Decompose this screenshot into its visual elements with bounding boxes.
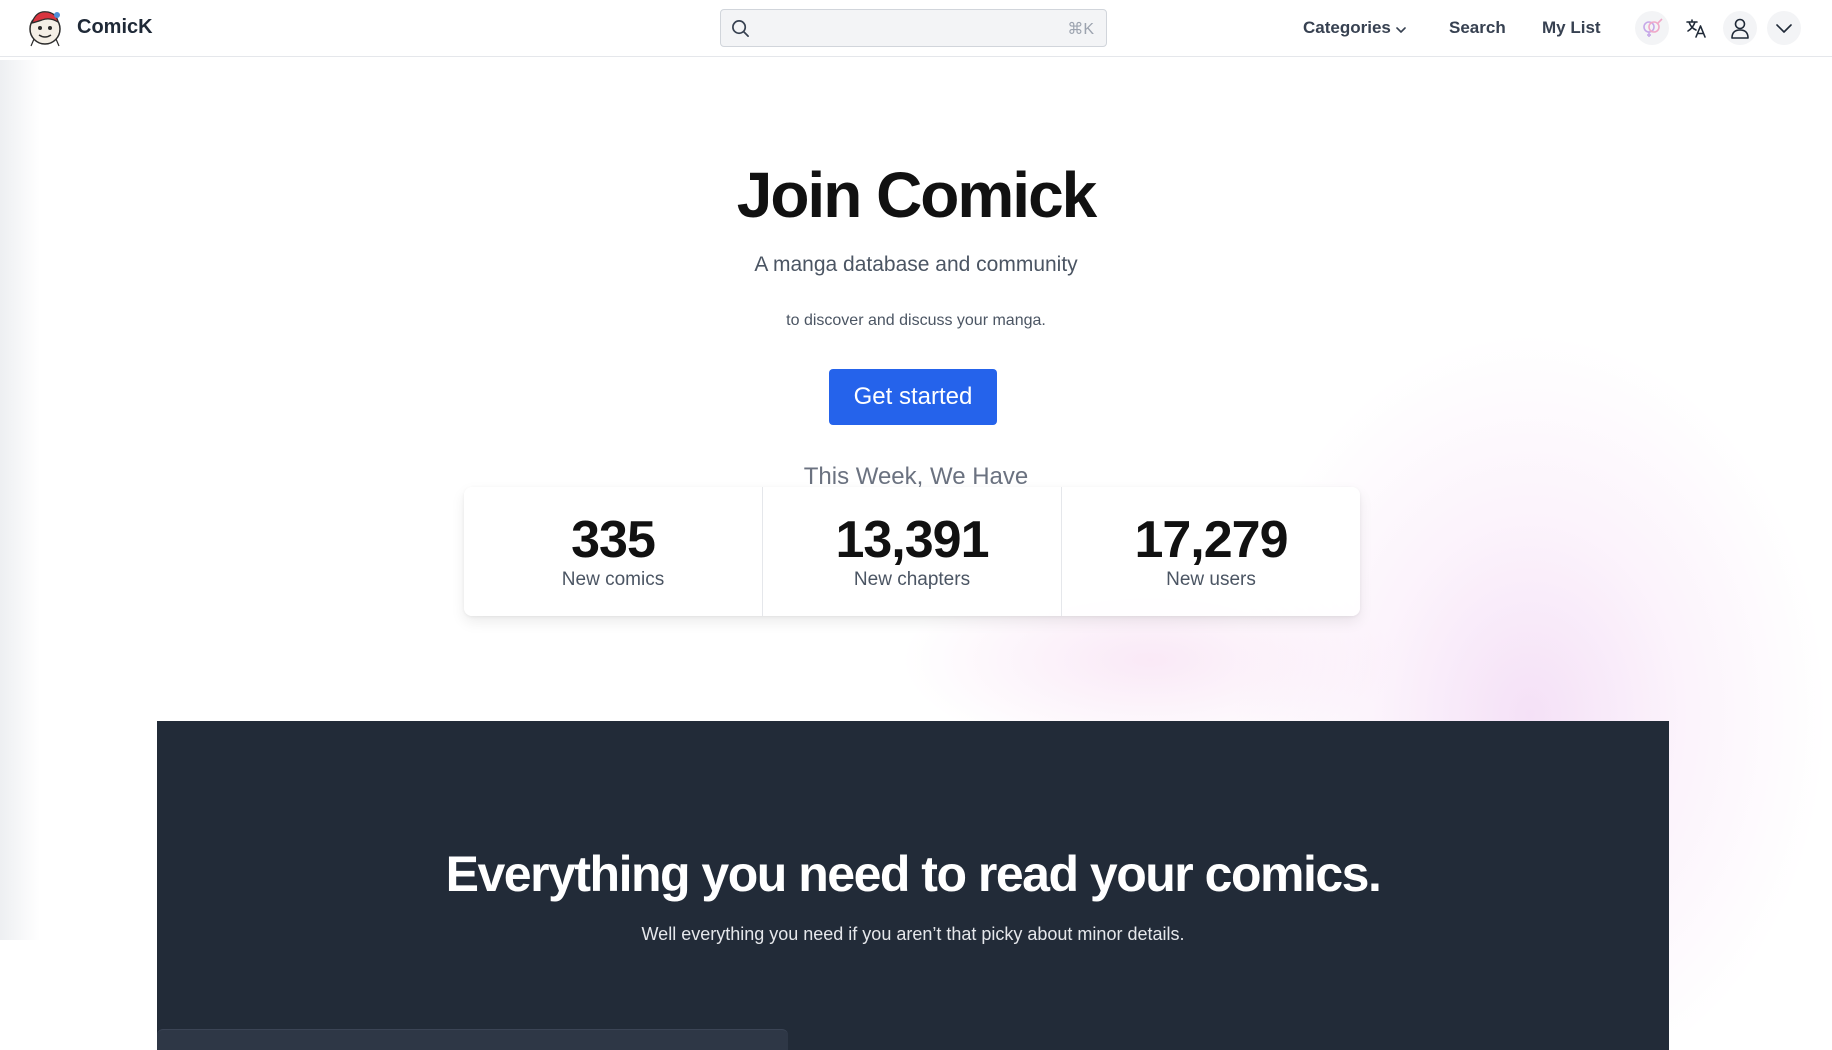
nav-my-list-link[interactable]: My List — [1542, 18, 1601, 38]
feature-preview-panel — [157, 1029, 788, 1050]
stat-label: New comics — [561, 569, 665, 590]
translate-icon — [1686, 19, 1706, 38]
stat-value: 13,391 — [835, 511, 989, 569]
chevron-down-icon — [1396, 27, 1406, 33]
nav-search-link[interactable]: Search — [1449, 18, 1506, 38]
comick-logo-icon[interactable] — [24, 6, 66, 48]
features-section: Everything you need to read your comics.… — [157, 721, 1669, 1050]
user-account-button[interactable] — [1723, 11, 1757, 45]
hero-title: Join Comick — [736, 159, 1098, 231]
gender-icon — [1643, 18, 1663, 37]
features-title: Everything you need to read your comics. — [445, 846, 1382, 902]
chevron-down-icon — [1776, 24, 1792, 33]
features-subtitle: Well everything you need if you aren’t t… — [641, 924, 1185, 944]
stat-label: New users — [1166, 569, 1256, 590]
more-menu-button[interactable] — [1767, 11, 1801, 45]
user-icon — [1731, 18, 1749, 39]
search-box[interactable]: ⌘K — [720, 9, 1107, 47]
hero-subtitle: A manga database and community — [754, 253, 1078, 276]
stat-label: New chapters — [853, 569, 971, 590]
search-input[interactable] — [757, 10, 1057, 46]
stat-new-comics: 335 New comics — [464, 487, 762, 616]
nav-categories-label: Categories — [1303, 18, 1391, 37]
search-icon — [732, 20, 749, 37]
top-navigation-bar: ComicK ⌘K Categories Search My List — [0, 0, 1832, 57]
weekly-stats-card: 335 New comics 13,391 New chapters 17,27… — [464, 487, 1360, 616]
brand-name[interactable]: ComicK — [77, 16, 153, 39]
hero-tagline: to discover and discuss your manga. — [786, 312, 1046, 329]
search-shortcut-hint: ⌘K — [1067, 21, 1094, 38]
nav-categories-dropdown[interactable]: Categories — [1303, 18, 1406, 38]
language-button[interactable] — [1679, 11, 1713, 45]
stat-value: 17,279 — [1134, 511, 1288, 569]
stat-new-users: 17,279 New users — [1061, 487, 1360, 616]
stat-new-chapters: 13,391 New chapters — [762, 487, 1061, 616]
get-started-button[interactable]: Get started — [829, 369, 997, 425]
stat-value: 335 — [571, 511, 656, 569]
content-filter-button[interactable] — [1635, 11, 1669, 45]
